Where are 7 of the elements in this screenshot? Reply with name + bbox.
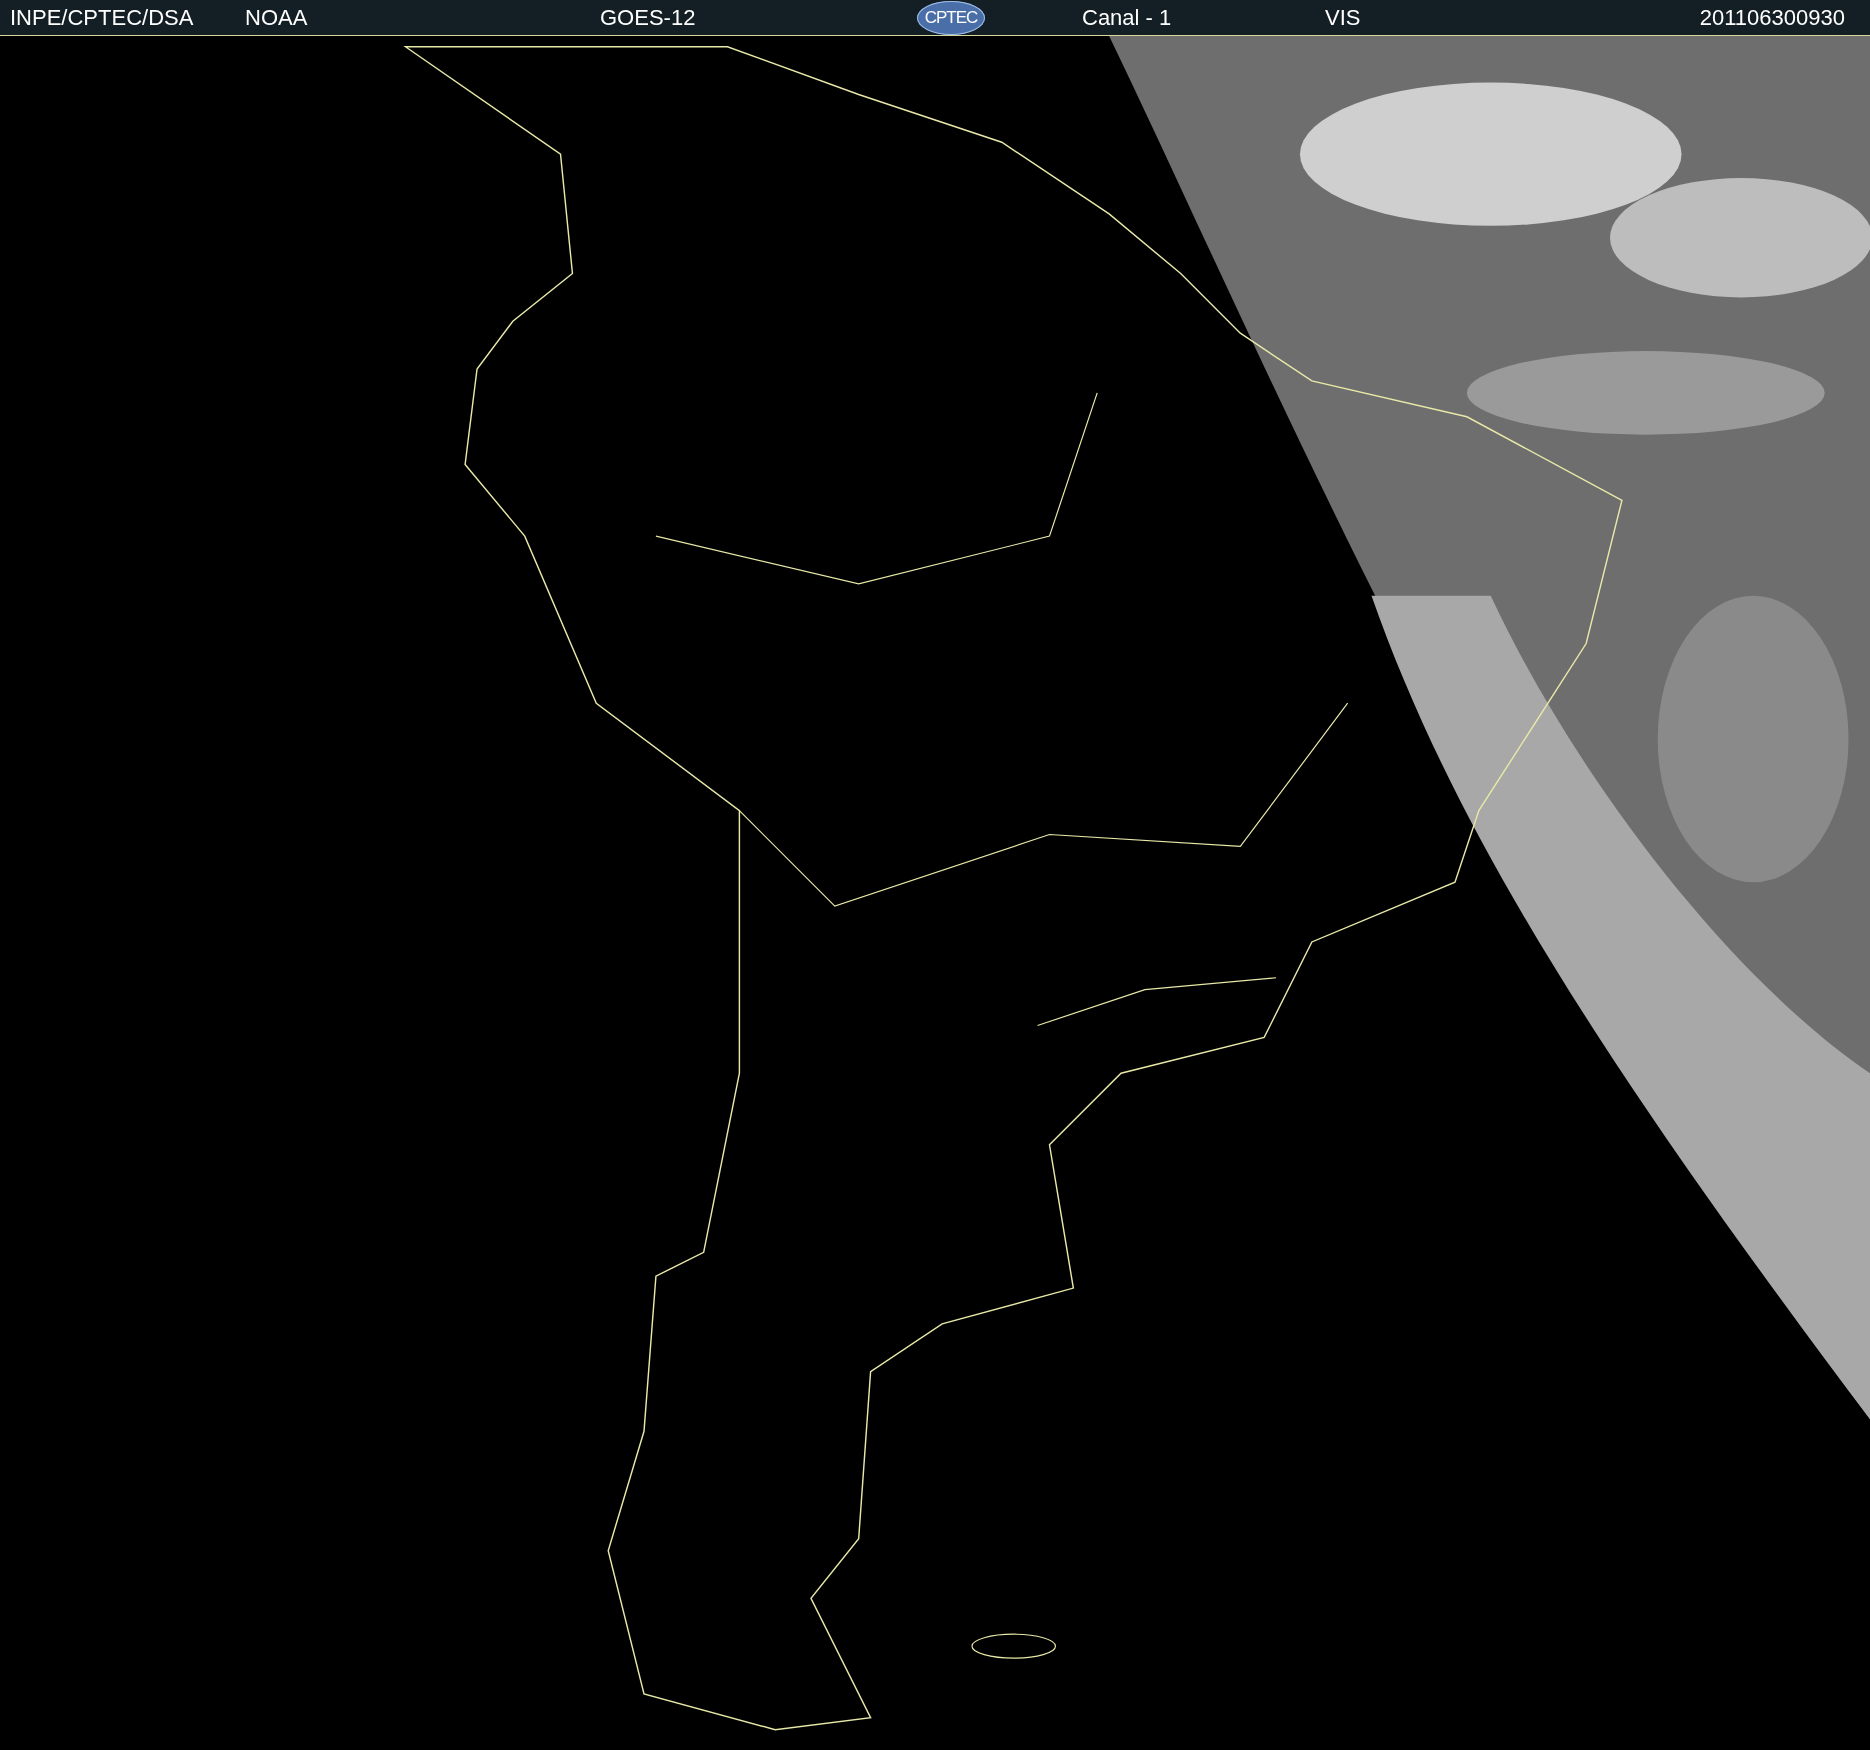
source-label: INPE/CPTEC/DSA [10,5,195,30]
satellite-label: GOES-12 [600,5,697,30]
logo: CPTEC [917,0,985,35]
agency-label: NOAA [245,5,309,30]
band-label: VIS [1325,5,1361,30]
timestamp-label: 201106300930 [1699,5,1845,30]
channel-label: Canal - 1 [1082,5,1173,30]
